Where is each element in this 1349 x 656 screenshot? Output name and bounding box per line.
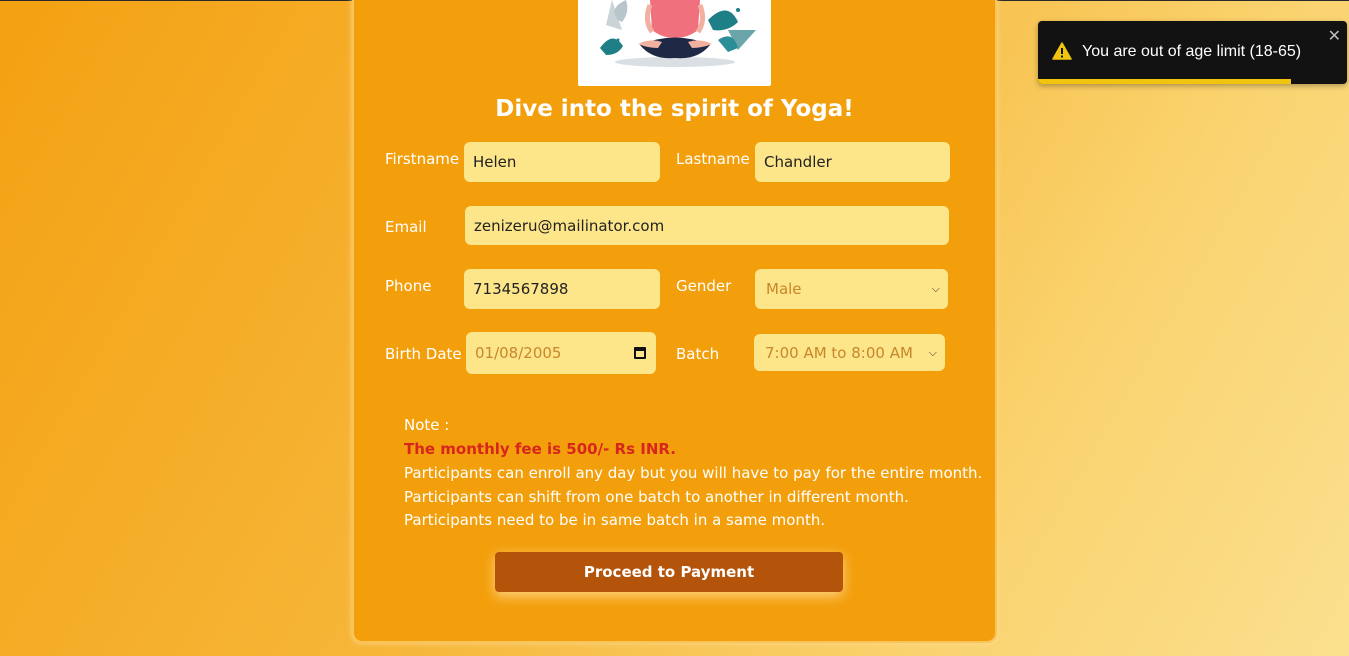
- birthdate-input[interactable]: 01/08/2005: [466, 332, 656, 374]
- batch-select[interactable]: 7:00 AM to 8:00 AM ⌵: [754, 334, 945, 371]
- lastname-input[interactable]: Chandler: [755, 142, 950, 182]
- note-line-3: Participants need to be in same batch in…: [404, 511, 826, 529]
- fee-note: The monthly fee is 500/- Rs INR.: [404, 440, 676, 458]
- chevron-down-icon: ⌵: [931, 282, 940, 295]
- phone-label: Phone: [385, 277, 432, 295]
- toast-message: You are out of age limit (18-65): [1082, 43, 1302, 60]
- error-toast: You are out of age limit (18-65) ✕: [1038, 21, 1347, 84]
- lastname-label: Lastname: [676, 150, 750, 168]
- note-title: Note :: [404, 416, 450, 434]
- calendar-icon[interactable]: [634, 347, 646, 359]
- lastname-value: Chandler: [764, 153, 832, 171]
- close-icon[interactable]: ✕: [1328, 26, 1341, 45]
- page-title: Dive into the spirit of Yoga!: [495, 96, 854, 122]
- gender-value: Male: [766, 280, 802, 298]
- email-input[interactable]: zenizeru@mailinator.com: [465, 206, 949, 245]
- email-label: Email: [385, 218, 427, 236]
- email-value: zenizeru@mailinator.com: [474, 216, 665, 235]
- birthdate-label: Birth Date: [385, 345, 462, 363]
- proceed-to-payment-button[interactable]: Proceed to Payment: [495, 552, 843, 592]
- toast-progress-bar: [1038, 79, 1292, 84]
- firstname-value: Helen: [473, 153, 517, 171]
- gender-select[interactable]: Male ⌵: [755, 269, 948, 309]
- phone-input[interactable]: 7134567898: [464, 269, 660, 309]
- chevron-down-icon: ⌵: [928, 345, 937, 359]
- gender-label: Gender: [676, 277, 732, 295]
- yoga-illustration: [578, 0, 771, 86]
- note-line-2: Participants can shift from one batch to…: [404, 488, 909, 506]
- note-line-1: Participants can enroll any day but you …: [404, 464, 983, 482]
- warning-icon: [1052, 42, 1072, 64]
- firstname-input[interactable]: Helen: [464, 142, 660, 182]
- firstname-label: Firstname: [385, 150, 460, 168]
- batch-label: Batch: [676, 345, 720, 363]
- birthdate-value: 01/08/2005: [475, 344, 562, 362]
- batch-value: 7:00 AM to 8:00 AM: [765, 343, 913, 362]
- phone-value: 7134567898: [473, 280, 569, 298]
